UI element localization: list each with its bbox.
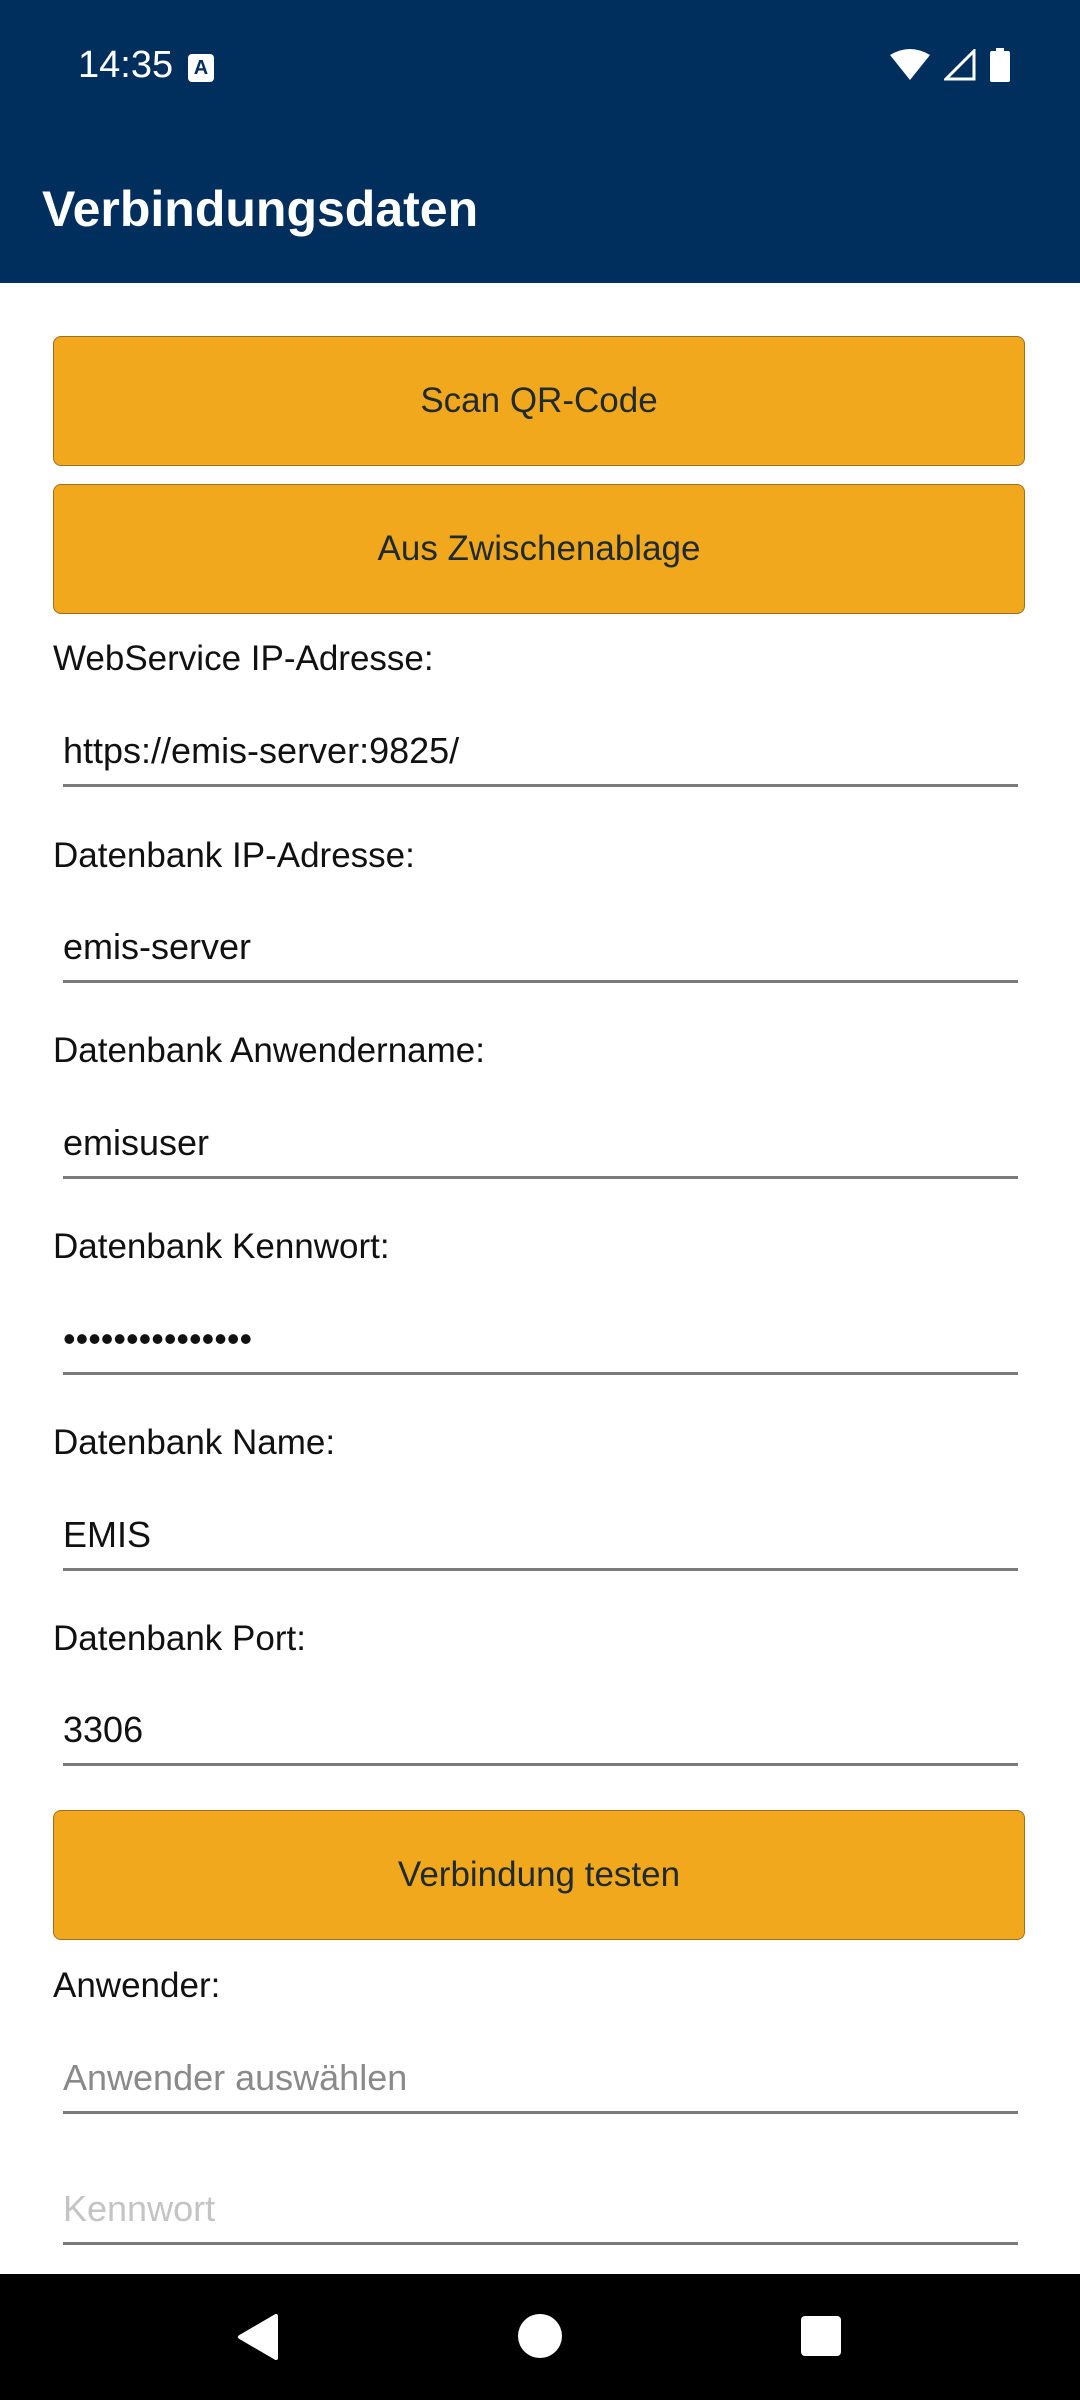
db-password-input[interactable]: ••••••••••••••• [63,1313,1018,1375]
status-icons [890,48,1010,82]
user-select-placeholder: Anwender auswählen [63,2057,408,2098]
db-password-label: Datenbank Kennwort: [53,1227,390,1266]
user-label: Anwender: [53,1966,221,2005]
status-time: 14:35 [78,44,174,86]
scan-qr-code-button[interactable]: Scan QR-Code [53,336,1025,466]
webservice-ip-input[interactable]: https://emis-server:9825/ [63,725,1018,787]
test-connection-button[interactable]: Verbindung testen [53,1810,1025,1940]
db-username-input[interactable]: emisuser [63,1117,1018,1179]
keyboard-a-icon: A [188,54,214,82]
from-clipboard-button[interactable]: Aus Zwischenablage [53,484,1025,614]
user-password-placeholder: Kennwort [63,2188,216,2229]
back-icon[interactable] [236,2314,280,2360]
db-port-value: 3306 [63,1709,144,1750]
signal-icon [944,49,976,81]
home-icon[interactable] [518,2314,562,2358]
battery-icon [990,48,1010,82]
user-password-input[interactable]: Kennwort [63,2183,1018,2245]
webservice-ip-value: https://emis-server:9825/ [63,730,460,771]
db-ip-value: emis-server [63,926,252,967]
webservice-ip-label: WebService IP-Adresse: [53,639,434,678]
page-title: Verbindungsdaten [42,181,479,237]
status-bar: 14:35 A [0,0,1080,134]
db-name-label: Datenbank Name: [53,1423,336,1462]
db-name-input[interactable]: EMIS [63,1509,1018,1571]
db-ip-input[interactable]: emis-server [63,921,1018,983]
db-password-value: ••••••••••••••• [63,1318,253,1359]
db-port-label: Datenbank Port: [53,1619,306,1658]
db-port-input[interactable]: 3306 [63,1704,1018,1766]
recent-apps-icon[interactable] [801,2316,841,2356]
system-nav-bar [0,2274,1080,2400]
db-username-value: emisuser [63,1122,210,1163]
db-username-label: Datenbank Anwendername: [53,1031,485,1070]
app-bar: Verbindungsdaten [0,134,1080,283]
user-select[interactable]: Anwender auswählen [63,2052,1018,2114]
wifi-icon [890,49,930,80]
db-name-value: EMIS [63,1514,152,1555]
db-ip-label: Datenbank IP-Adresse: [53,836,415,875]
